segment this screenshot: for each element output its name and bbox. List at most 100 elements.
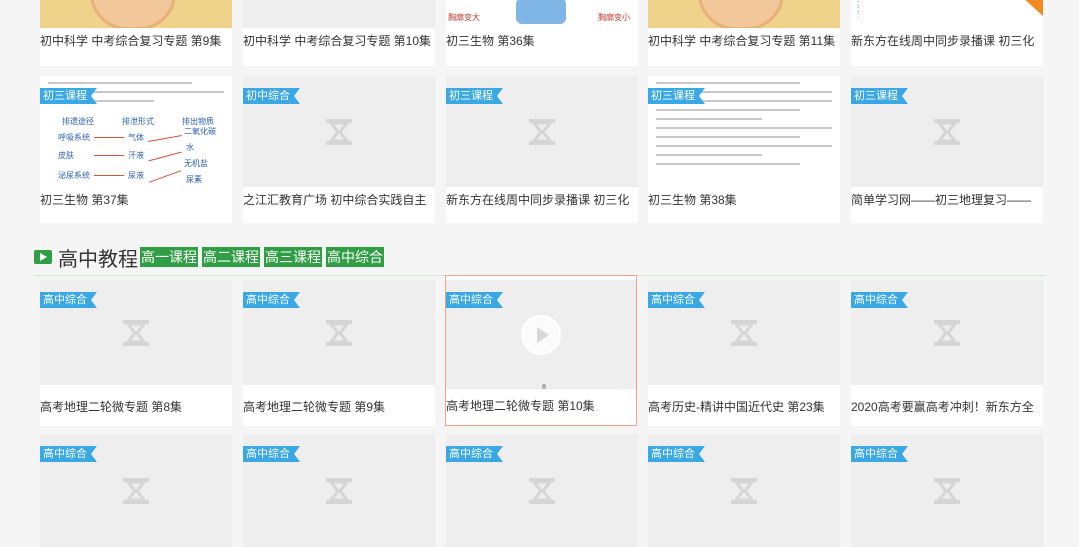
hourglass-placeholder-icon [123, 477, 149, 504]
category-tag: 高中综合 [40, 292, 97, 308]
flow-arrow [148, 151, 182, 162]
video-thumbnail[interactable]: ::: [851, 0, 1043, 28]
category-tag: 初中综合 [243, 88, 300, 104]
video-title[interactable]: 高考地理二轮微专题 第9集 [243, 385, 435, 420]
flow-label: 气体 [128, 133, 144, 142]
video-title[interactable]: 高考地理二轮微专题 第10集 [446, 389, 636, 419]
video-card[interactable]: 高中综合 [40, 434, 232, 547]
dots-icon: ::: [857, 0, 860, 20]
video-title[interactable]: 之江汇教育广场 初中综合实践自主 [243, 187, 435, 213]
flow-label: 呼吸系统 [58, 133, 90, 142]
video-title[interactable]: 初中科学 中考综合复习专题 第11集 [648, 28, 840, 54]
video-thumbnail[interactable] [648, 0, 840, 28]
video-thumbnail[interactable] [40, 0, 232, 28]
video-thumbnail[interactable]: 高中综合 [446, 434, 638, 547]
flow-label: 尿素 [186, 175, 202, 184]
video-thumbnail[interactable]: 胸廓变大 胸廓变小 [446, 0, 638, 28]
video-card[interactable]: 高中综合 高考地理二轮微专题 第8集 [40, 280, 232, 426]
video-title[interactable]: 简单学习网——初三地理复习—— [851, 187, 1043, 213]
video-card[interactable]: 高中综合 高考历史-精讲中国近代史 第23集 [648, 280, 840, 426]
tab-grade-1[interactable]: 高一课程 [140, 247, 198, 267]
video-card[interactable]: 初中综合 之江汇教育广场 初中综合实践自主 [243, 76, 435, 223]
play-button-icon[interactable] [521, 314, 561, 355]
hourglass-placeholder-icon [934, 477, 960, 504]
tab-grade-3[interactable]: 高三课程 [264, 247, 322, 267]
video-title[interactable]: 初三生物 第36集 [446, 28, 638, 54]
video-card[interactable]: 高中综合 [851, 434, 1043, 547]
video-card[interactable]: 高中综合 [243, 434, 435, 547]
thumb-caption: 胸廓变小 [598, 13, 630, 22]
flow-arrow [94, 155, 124, 156]
flow-arrow [94, 175, 124, 176]
video-card[interactable]: 高中综合 [648, 434, 840, 547]
child-photo [698, 0, 784, 28]
video-card[interactable]: ::: 新东方在线周中同步录播课 初三化 [851, 0, 1043, 66]
flow-label: 二氧化碳 [184, 127, 216, 136]
hourglass-placeholder-icon [529, 477, 555, 504]
video-thumbnail[interactable]: 高中综合 [648, 280, 840, 385]
video-thumbnail[interactable]: 初三课程 [446, 76, 638, 187]
video-card[interactable]: 初中科学 中考综合复习专题 第9集 [40, 0, 232, 66]
hourglass-placeholder-icon [326, 118, 352, 145]
corner-ribbon [1021, 0, 1043, 16]
video-title[interactable]: 初三生物 第38集 [648, 187, 840, 213]
video-title[interactable]: 高考地理二轮微专题 第8集 [40, 385, 232, 420]
category-tag: 高中综合 [446, 292, 503, 308]
child-photo [90, 0, 176, 28]
video-title[interactable]: 初中科学 中考综合复习专题 第9集 [40, 28, 232, 54]
flow-label: 水 [186, 143, 194, 152]
flow-arrow [148, 170, 182, 183]
video-thumbnail[interactable]: 排遗途径 排泄形式 排出物质 呼吸系统 皮肤 泌尿系统 气体 汗液 尿液 二氧化… [40, 76, 232, 187]
category-tag: 高中综合 [446, 446, 503, 462]
video-card[interactable]: 排遗途径 排泄形式 排出物质 呼吸系统 皮肤 泌尿系统 气体 汗液 尿液 二氧化… [40, 76, 232, 223]
excretion-flowchart: 排遗途径 排泄形式 排出物质 呼吸系统 皮肤 泌尿系统 气体 汗液 尿液 二氧化… [48, 116, 228, 186]
video-title[interactable]: 新东方在线周中同步录播课 初三化 [446, 187, 638, 213]
video-thumbnail[interactable]: 初三课程 [851, 76, 1043, 187]
hourglass-placeholder-icon [326, 477, 352, 504]
flow-label: 无机盐 [184, 159, 208, 168]
video-card[interactable]: 高中综合 [446, 434, 638, 547]
video-card[interactable]: 胸廓变大 胸廓变小 初三生物 第36集 [446, 0, 638, 66]
video-thumbnail[interactable]: 高中综合 [40, 280, 232, 385]
video-thumbnail[interactable]: 高中综合 [40, 434, 232, 547]
tab-comprehensive[interactable]: 高中综合 [326, 247, 384, 267]
video-thumbnail[interactable]: 高中综合 [648, 434, 840, 547]
category-tag: 初三课程 [648, 88, 705, 104]
hourglass-placeholder-icon [934, 118, 960, 145]
flow-arrow [148, 135, 182, 142]
hand-cursor-icon [542, 384, 546, 389]
video-card[interactable]: 初三课程 简单学习网——初三地理复习—— [851, 76, 1043, 223]
category-tag: 初三课程 [40, 88, 97, 104]
video-thumbnail[interactable]: 高中综合 [446, 280, 636, 389]
flow-header: 排遗途径 [62, 117, 94, 126]
video-thumbnail[interactable]: 高中综合 [851, 280, 1043, 385]
video-thumbnail[interactable]: 高中综合 [243, 280, 435, 385]
category-tag: 高中综合 [40, 446, 97, 462]
flow-label: 尿液 [128, 171, 144, 180]
video-thumbnail[interactable]: 高中综合 [851, 434, 1043, 547]
video-card[interactable]: 高中综合 高考地理二轮微专题 第9集 [243, 280, 435, 426]
video-title[interactable]: 2020高考要赢高考冲刺！新东方全 [851, 385, 1043, 420]
hourglass-placeholder-icon [934, 319, 960, 346]
video-thumbnail[interactable] [243, 0, 435, 28]
video-title[interactable]: 初三生物 第37集 [40, 187, 232, 213]
video-card-hovered[interactable]: 高中综合 高考地理二轮微专题 第10集 [445, 275, 637, 426]
video-card[interactable]: 初中科学 中考综合复习专题 第11集 [648, 0, 840, 66]
video-title[interactable]: 高考历史-精讲中国近代史 第23集 [648, 385, 840, 420]
video-card[interactable]: 高中综合 2020高考要赢高考冲刺！新东方全 [851, 280, 1043, 426]
video-thumbnail[interactable]: 初三课程 [648, 76, 840, 187]
category-tag: 高中综合 [243, 292, 300, 308]
flow-label: 皮肤 [58, 151, 74, 160]
video-card[interactable]: 初三课程 新东方在线周中同步录播课 初三化 [446, 76, 638, 223]
video-thumbnail[interactable]: 高中综合 [243, 434, 435, 547]
video-title[interactable]: 初中科学 中考综合复习专题 第10集 [243, 28, 435, 54]
video-thumbnail[interactable]: 初中综合 [243, 76, 435, 187]
tab-grade-2[interactable]: 高二课程 [202, 247, 260, 267]
video-card[interactable]: 初中科学 中考综合复习专题 第10集 [243, 0, 435, 66]
category-tag: 高中综合 [648, 292, 705, 308]
section-header: 高中教程 高一课程 高二课程 高三课程 高中综合 [34, 244, 388, 271]
video-card[interactable]: 初三课程 初三生物 第38集 [648, 76, 840, 223]
video-title[interactable]: 新东方在线周中同步录播课 初三化 [851, 28, 1043, 54]
flow-label: 汗液 [128, 151, 144, 160]
category-tag: 高中综合 [648, 446, 705, 462]
